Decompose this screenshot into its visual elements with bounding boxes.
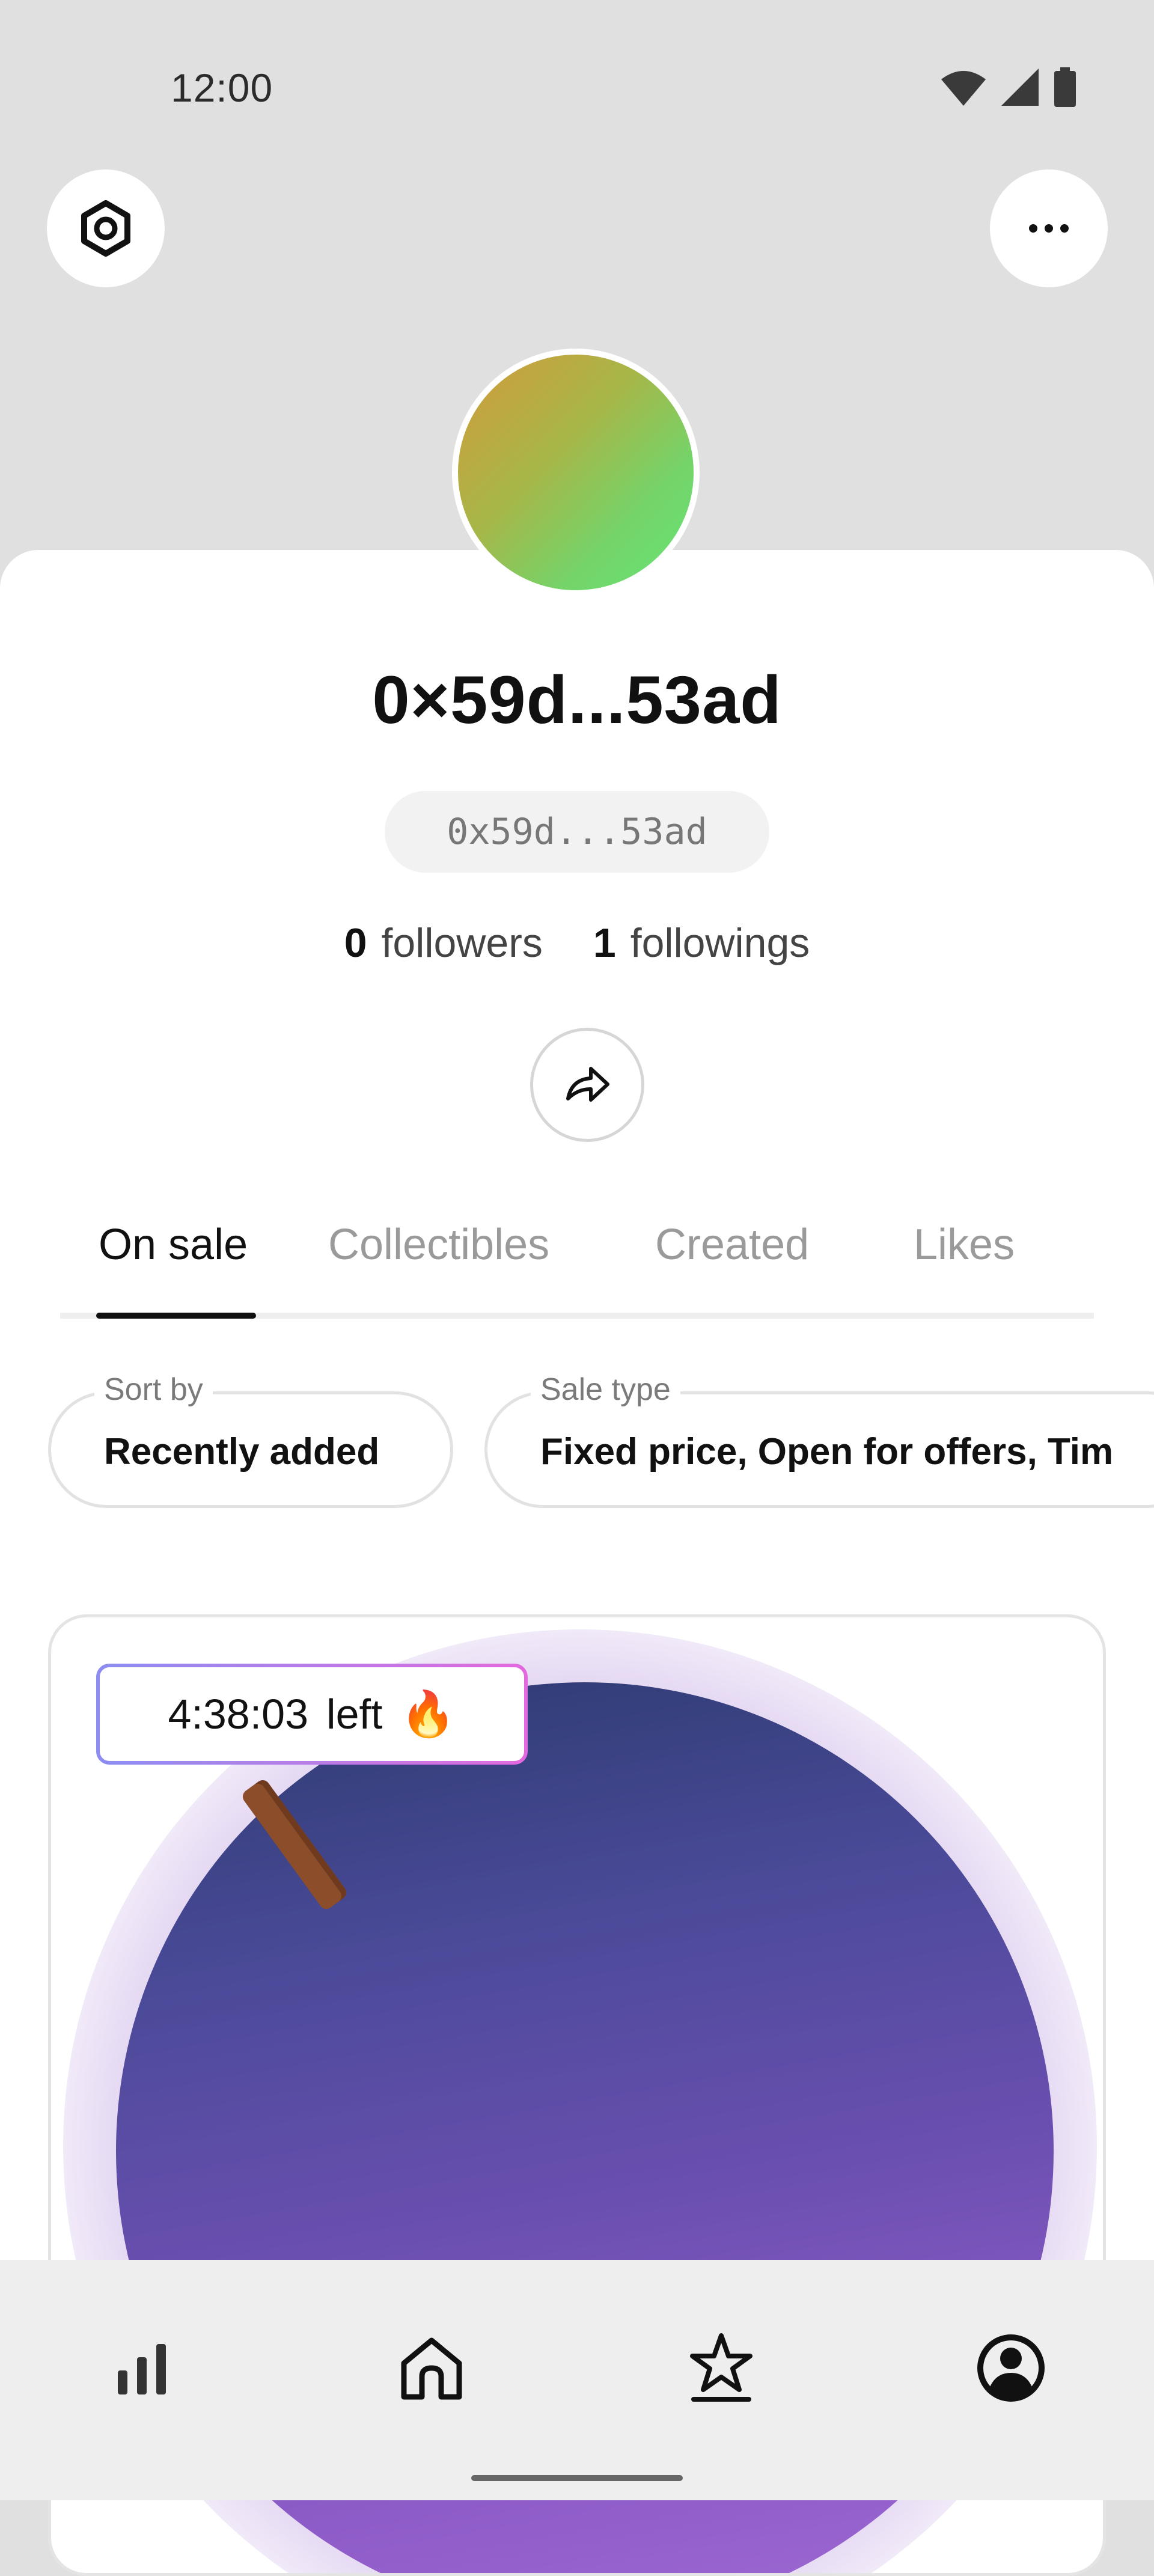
sale-type-value: Fixed price, Open for offers, Tim (540, 1431, 1114, 1473)
followings-label: followings (630, 920, 810, 966)
nav-favorites[interactable] (673, 2320, 769, 2416)
followers-count: 0 (344, 920, 367, 966)
timer-content: 4:38:03 left 🔥 (100, 1667, 524, 1761)
active-tab-indicator (96, 1313, 256, 1319)
share-icon (566, 1067, 609, 1102)
timer-suffix: left (326, 1691, 383, 1738)
followers-label: followers (381, 920, 543, 966)
tab-collectibles[interactable]: Collectibles (328, 1220, 549, 1269)
status-icons (940, 67, 1077, 107)
followers-link[interactable]: 0 followers (344, 920, 543, 966)
status-time: 12:00 (171, 66, 273, 110)
sort-by-select[interactable]: Sort by Recently added (48, 1372, 453, 1508)
sort-by-label: Sort by (94, 1372, 213, 1408)
nav-stats[interactable] (94, 2320, 190, 2416)
sale-type-select[interactable]: Sale type Fixed price, Open for offers, … (484, 1372, 1154, 1508)
home-icon (401, 2337, 462, 2400)
more-icon (1029, 224, 1069, 233)
sale-type-label: Sale type (531, 1372, 680, 1408)
wifi-icon (941, 71, 986, 106)
sort-by-value: Recently added (104, 1431, 380, 1473)
address-chip[interactable]: 0x59d...53ad (385, 791, 769, 873)
nav-profile[interactable] (963, 2320, 1059, 2416)
stats-icon (118, 2344, 166, 2394)
timer-badge: 4:38:03 left 🔥 (96, 1664, 528, 1765)
followings-count: 1 (593, 920, 616, 966)
followings-link[interactable]: 1 followings (593, 920, 810, 966)
star-icon (690, 2333, 753, 2402)
timer-value: 4:38:03 (168, 1691, 309, 1738)
tab-likes[interactable]: Likes (914, 1220, 1015, 1269)
gesture-bar (471, 2475, 683, 2481)
profile-icon (977, 2334, 1045, 2402)
bottom-nav (0, 2260, 1154, 2500)
nav-home[interactable] (383, 2320, 480, 2416)
settings-button[interactable] (47, 169, 165, 287)
battery-icon (1054, 67, 1076, 107)
signal-icon (1001, 69, 1039, 106)
avatar (452, 349, 700, 596)
settings-icon (81, 200, 130, 257)
follow-stats: 0 followers 1 followings (0, 920, 1154, 966)
profile-tabs: On sale Collectibles Created Likes (60, 1220, 1094, 1316)
status-bar: 12:00 (0, 0, 1154, 174)
fire-icon: 🔥 (400, 1689, 456, 1739)
tab-on-sale[interactable]: On sale (99, 1220, 248, 1269)
tab-created[interactable]: Created (655, 1220, 809, 1269)
more-button[interactable] (990, 169, 1108, 287)
share-button[interactable] (530, 1028, 644, 1142)
profile-name: 0×59d...53ad (372, 662, 782, 737)
